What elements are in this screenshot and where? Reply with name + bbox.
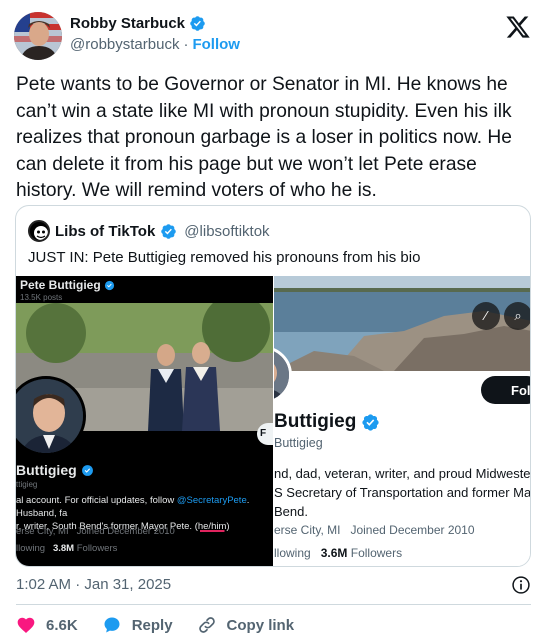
copy-link-button[interactable]: Copy link <box>197 615 295 635</box>
like-button[interactable]: 6.6K <box>16 615 78 635</box>
author-handle[interactable]: @robbystarbuck <box>70 36 179 53</box>
verified-badge-icon <box>362 413 379 431</box>
search-icon: ⌕ <box>504 302 530 330</box>
verified-badge-icon <box>190 16 205 31</box>
quoted-image-left[interactable]: Pete Buttigieg 13.5K posts F Buttigieg t… <box>16 276 273 566</box>
left-profile-avatar <box>16 376 86 456</box>
separator: · <box>183 36 189 53</box>
heart-icon <box>17 617 35 633</box>
right-bio: nd, dad, veteran, writer, and proud Midw… <box>274 466 531 519</box>
like-count: 6.6K <box>46 616 78 634</box>
left-follow-button: F <box>257 423 273 445</box>
x-logo-icon[interactable] <box>505 14 531 40</box>
verified-badge-icon <box>104 280 114 290</box>
author-info: Robby Starbuck @robbystarbuck · Follow <box>70 15 240 53</box>
info-icon[interactable] <box>511 575 531 595</box>
quoted-author-handle[interactable]: @libsoftiktok <box>184 223 269 240</box>
reply-label: Reply <box>131 616 173 634</box>
grok-icon: ⁄ <box>472 302 500 330</box>
left-top-name: Pete Buttigieg <box>20 278 115 292</box>
quoted-image-right[interactable]: ⁄ ⌕ Foll Buttigieg Buttigieg nd <box>274 276 531 566</box>
link-icon <box>198 617 215 633</box>
reply-icon <box>104 617 120 633</box>
author-name[interactable]: Robby Starbuck <box>70 15 185 32</box>
verified-badge-icon <box>161 223 177 239</box>
right-banner-icons: ⁄ ⌕ <box>472 302 530 330</box>
left-stats: llowing 3.8M Followers <box>16 543 118 554</box>
tweet-timestamp[interactable]: 1:02 AM · Jan 31, 2025 <box>16 576 171 593</box>
tweet-card: Robby Starbuck @robbystarbuck · Follow P… <box>0 0 547 643</box>
action-bar: 6.6K Reply Copy link <box>16 615 318 635</box>
left-display-name: Buttigieg <box>16 462 94 478</box>
right-display-name: Buttigieg <box>274 411 380 433</box>
left-handle: ttigieg <box>16 480 38 489</box>
right-meta: erse City, MI Joined December 2010 <box>274 523 475 537</box>
author-avatar[interactable] <box>14 12 62 60</box>
divider <box>16 604 531 605</box>
follow-button[interactable]: Follow <box>192 36 240 53</box>
pronouns-underlined: (he/him) <box>194 521 230 532</box>
reply-button[interactable]: Reply <box>102 615 173 635</box>
quoted-tweet-text: JUST IN: Pete Buttigieg removed his pron… <box>28 249 421 266</box>
left-top-posts: 13.5K posts <box>20 293 63 302</box>
copy-link-label: Copy link <box>226 616 295 634</box>
tweet-text: Pete wants to be Governor or Senator in … <box>16 74 512 201</box>
right-stats: llowing 3.6M Followers <box>274 546 403 560</box>
quoted-author-avatar[interactable] <box>28 220 50 242</box>
verified-badge-icon <box>81 464 93 476</box>
right-follow-button: Foll <box>481 376 530 404</box>
left-meta: erse City, MI Joined December 2010 <box>16 526 175 537</box>
quoted-tweet[interactable]: Libs of TikTok @libsoftiktok JUST IN: Pe… <box>15 205 531 567</box>
quoted-author-name[interactable]: Libs of TikTok <box>55 223 155 240</box>
right-handle: Buttigieg <box>274 436 323 450</box>
